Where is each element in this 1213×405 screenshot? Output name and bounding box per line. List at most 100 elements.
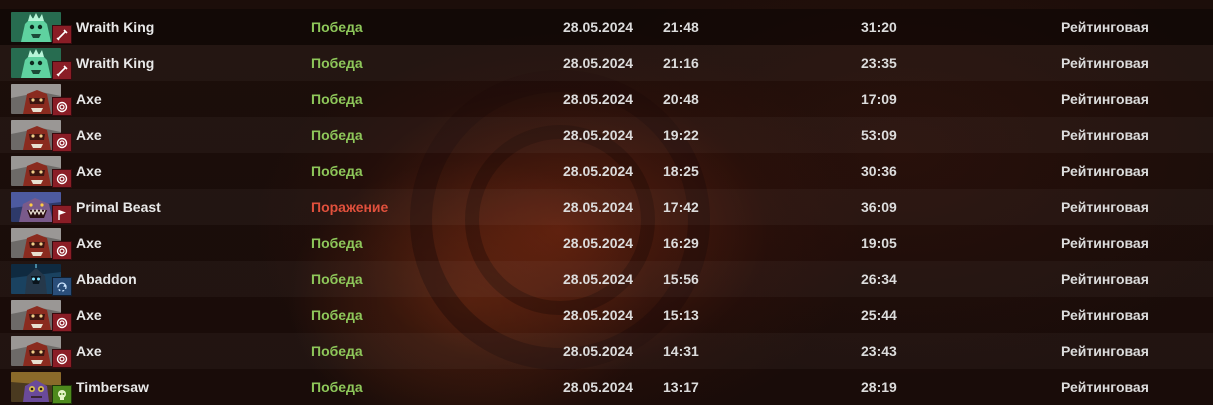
match-duration: 25:44 <box>861 307 897 323</box>
circle-arrows-icon <box>52 277 72 296</box>
match-result: Победа <box>311 127 363 143</box>
match-time: 17:42 <box>663 199 699 215</box>
match-result: Поражение <box>311 199 389 215</box>
match-row[interactable]: Axe Победа 28.05.2024 19:22 53:09 Рейтинговая <box>0 117 1213 153</box>
match-result: Победа <box>311 343 363 359</box>
match-time: 14:31 <box>663 343 699 359</box>
match-duration: 36:09 <box>861 199 897 215</box>
match-mode: Рейтинговая <box>1061 19 1149 35</box>
match-date: 28.05.2024 <box>563 343 634 359</box>
match-history-panel: Wraith King Победа 28.05.2024 21:48 31:20 Рей… <box>0 0 1213 405</box>
hero-portrait <box>11 12 72 44</box>
match-mode: Рейтинговая <box>1061 199 1149 215</box>
match-mode: Рейтинговая <box>1061 127 1149 143</box>
match-result: Победа <box>311 19 363 35</box>
hero-portrait <box>11 192 72 224</box>
match-result: Победа <box>311 163 363 179</box>
match-time: 20:48 <box>663 91 699 107</box>
flag-icon <box>52 205 72 224</box>
match-mode: Рейтинговая <box>1061 235 1149 251</box>
hero-portrait <box>11 120 72 152</box>
match-duration: 17:09 <box>861 91 897 107</box>
match-duration: 26:34 <box>861 271 897 287</box>
match-result: Победа <box>311 91 363 107</box>
match-duration: 53:09 <box>861 127 897 143</box>
hero-name: Wraith King <box>76 19 155 35</box>
match-row[interactable]: Primal Beast Поражение 28.05.2024 17:42 36:0… <box>0 189 1213 225</box>
match-mode: Рейтинговая <box>1061 163 1149 179</box>
match-mode: Рейтинговая <box>1061 55 1149 71</box>
spiral-icon <box>52 169 72 188</box>
match-date: 28.05.2024 <box>563 55 634 71</box>
spiral-icon <box>52 241 72 260</box>
match-date: 28.05.2024 <box>563 199 634 215</box>
match-row[interactable]: Axe Победа 28.05.2024 18:25 30:36 Рейтинговая <box>0 153 1213 189</box>
match-result: Победа <box>311 271 363 287</box>
match-duration: 23:43 <box>861 343 897 359</box>
hero-portrait <box>11 84 72 116</box>
skull-icon <box>52 385 72 404</box>
hero-name: Axe <box>76 235 102 251</box>
spiral-icon <box>52 313 72 332</box>
match-time: 19:22 <box>663 127 699 143</box>
hero-portrait <box>11 264 72 296</box>
hero-portrait <box>11 48 72 80</box>
match-date: 28.05.2024 <box>563 271 634 287</box>
match-row[interactable]: Wraith King Победа 28.05.2024 21:48 31:20 Рей… <box>0 9 1213 45</box>
match-date: 28.05.2024 <box>563 379 634 395</box>
hero-portrait <box>11 372 72 404</box>
match-duration: 28:19 <box>861 379 897 395</box>
match-date: 28.05.2024 <box>563 235 634 251</box>
hero-portrait <box>11 156 72 188</box>
match-result: Победа <box>311 379 363 395</box>
hero-name: Axe <box>76 127 102 143</box>
match-time: 16:29 <box>663 235 699 251</box>
match-date: 28.05.2024 <box>563 127 634 143</box>
match-time: 15:13 <box>663 307 699 323</box>
match-row[interactable]: Timbersaw Победа 28.05.2024 13:17 28:19 Рейти… <box>0 369 1213 405</box>
hero-name: Abaddon <box>76 271 137 287</box>
match-duration: 30:36 <box>861 163 897 179</box>
match-date: 28.05.2024 <box>563 19 634 35</box>
hero-name: Axe <box>76 307 102 323</box>
match-row[interactable]: Abaddon Победа 28.05.2024 15:56 26:34 Рейтинг… <box>0 261 1213 297</box>
match-result: Победа <box>311 235 363 251</box>
spiral-icon <box>52 349 72 368</box>
match-mode: Рейтинговая <box>1061 91 1149 107</box>
match-time: 21:48 <box>663 19 699 35</box>
match-date: 28.05.2024 <box>563 163 634 179</box>
match-row[interactable]: Axe Победа 28.05.2024 15:13 25:44 Рейтинговая <box>0 297 1213 333</box>
spiral-icon <box>52 97 72 116</box>
hero-portrait <box>11 300 72 332</box>
match-time: 13:17 <box>663 379 699 395</box>
match-mode: Рейтинговая <box>1061 271 1149 287</box>
match-mode: Рейтинговая <box>1061 379 1149 395</box>
match-date: 28.05.2024 <box>563 91 634 107</box>
sword-icon <box>52 61 72 80</box>
match-result: Победа <box>311 307 363 323</box>
match-row[interactable]: Wraith King Победа 28.05.2024 21:16 23:35 Рей… <box>0 45 1213 81</box>
hero-name: Axe <box>76 91 102 107</box>
hero-name: Wraith King <box>76 55 155 71</box>
match-duration: 31:20 <box>861 19 897 35</box>
match-time: 18:25 <box>663 163 699 179</box>
hero-portrait <box>11 336 72 368</box>
match-list: Wraith King Победа 28.05.2024 21:48 31:20 Рей… <box>0 9 1213 405</box>
hero-name: Timbersaw <box>76 379 149 395</box>
match-date: 28.05.2024 <box>563 307 634 323</box>
hero-name: Primal Beast <box>76 199 161 215</box>
match-result: Победа <box>311 55 363 71</box>
match-row[interactable]: Axe Победа 28.05.2024 14:31 23:43 Рейтинговая <box>0 333 1213 369</box>
spiral-icon <box>52 133 72 152</box>
match-duration: 19:05 <box>861 235 897 251</box>
sword-icon <box>52 25 72 44</box>
hero-portrait <box>11 228 72 260</box>
match-row[interactable]: Axe Победа 28.05.2024 16:29 19:05 Рейтинговая <box>0 225 1213 261</box>
match-row[interactable]: Axe Победа 28.05.2024 20:48 17:09 Рейтинговая <box>0 81 1213 117</box>
hero-name: Axe <box>76 163 102 179</box>
match-time: 21:16 <box>663 55 699 71</box>
match-mode: Рейтинговая <box>1061 343 1149 359</box>
match-duration: 23:35 <box>861 55 897 71</box>
match-mode: Рейтинговая <box>1061 307 1149 323</box>
match-time: 15:56 <box>663 271 699 287</box>
